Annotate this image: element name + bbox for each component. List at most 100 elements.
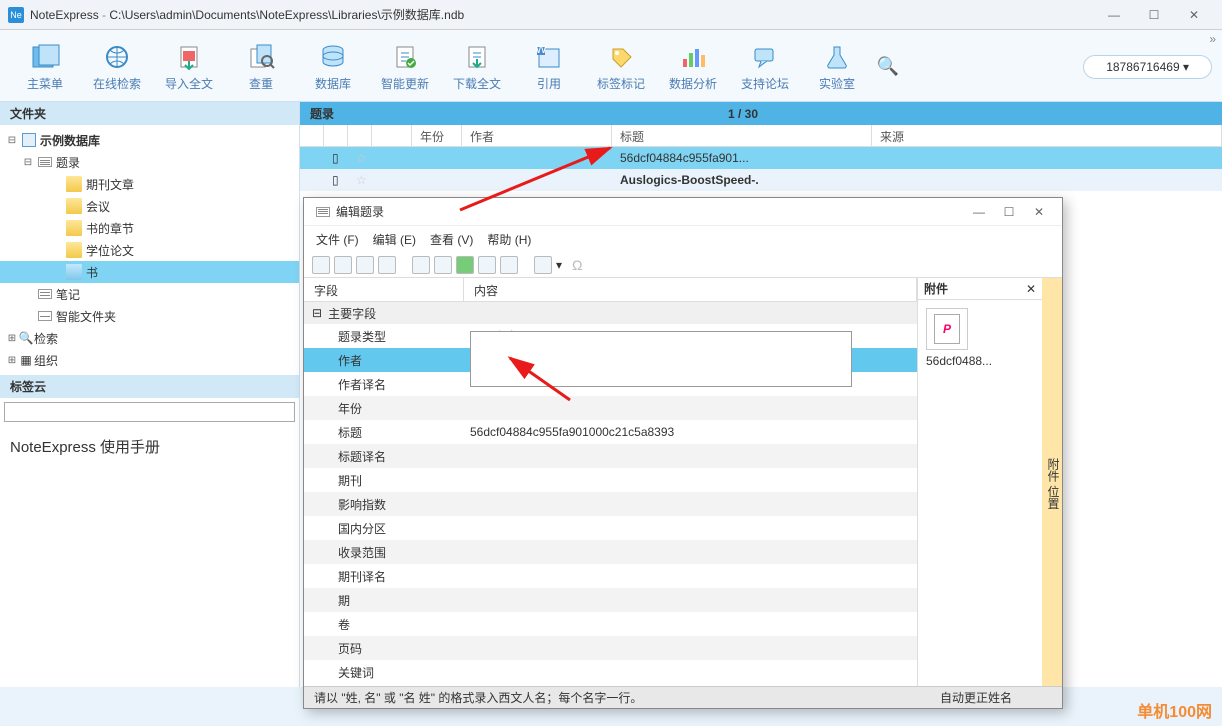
field-journal[interactable]: 期刊: [304, 468, 917, 492]
field-issue[interactable]: 期: [304, 588, 917, 612]
org-icon: ▦: [18, 353, 34, 367]
smart-update-button[interactable]: 智能更新: [370, 34, 440, 100]
tree-notes[interactable]: 笔记: [0, 283, 299, 305]
folder-icon: [66, 220, 82, 236]
analysis-button[interactable]: 数据分析: [658, 34, 728, 100]
field-volume[interactable]: 卷: [304, 612, 917, 636]
field-range[interactable]: 收录范围: [304, 540, 917, 564]
database-icon: [22, 133, 36, 147]
tree-book[interactable]: 书: [0, 261, 299, 283]
field-subject[interactable]: 标题56dcf04884c955fa901000c21c5a8393: [304, 420, 917, 444]
modal-maximize-button[interactable]: ☐: [994, 198, 1024, 226]
dedup-button[interactable]: 查重: [226, 34, 296, 100]
chevron-down-icon[interactable]: ▾: [556, 258, 562, 272]
database-button[interactable]: 数据库: [298, 34, 368, 100]
tree-titles[interactable]: ⊟题录: [0, 151, 299, 173]
tool-icon[interactable]: [434, 256, 452, 274]
download-fulltext-button[interactable]: 下载全文: [442, 34, 512, 100]
modal-minimize-button[interactable]: —: [964, 198, 994, 226]
folder-icon: [66, 176, 82, 192]
tool-icon[interactable]: [312, 256, 330, 274]
modal-close-button[interactable]: ✕: [1024, 198, 1054, 226]
tool-icon[interactable]: [356, 256, 374, 274]
menu-edit[interactable]: 编辑 (E): [373, 231, 416, 248]
status-autofix: 自动更正姓名: [940, 689, 1012, 706]
minimize-button[interactable]: —: [1094, 1, 1134, 29]
field-journal-tr[interactable]: 期刊译名: [304, 564, 917, 588]
attachment-file[interactable]: P: [926, 308, 968, 350]
close-button[interactable]: ✕: [1174, 1, 1214, 29]
side-tab-attach[interactable]: 附件 位置: [1042, 278, 1062, 686]
tool-icon[interactable]: [412, 256, 430, 274]
field-year[interactable]: 年份: [304, 396, 917, 420]
main-menu-button[interactable]: 主菜单: [10, 34, 80, 100]
tree-conference[interactable]: 会议: [0, 195, 299, 217]
main-toolbar: 主菜单 在线检索 导入全文 查重 数据库 智能更新 下载全文 W引用 标签标记 …: [0, 30, 1222, 102]
forum-button[interactable]: 支持论坛: [730, 34, 800, 100]
folder-icon: [66, 198, 82, 214]
import-fulltext-button[interactable]: 导入全文: [154, 34, 224, 100]
app-icon: Ne: [8, 7, 24, 23]
tag-search[interactable]: [0, 398, 299, 426]
field-keyword[interactable]: 关键词: [304, 660, 917, 684]
tag-input[interactable]: [4, 402, 295, 422]
grid-header[interactable]: 年份作者标题来源: [300, 125, 1222, 147]
tool-icon[interactable]: [478, 256, 496, 274]
page-icon: ▯: [324, 151, 348, 165]
tool-icon[interactable]: [378, 256, 396, 274]
modal-menubar[interactable]: 文件 (F) 编辑 (E) 查看 (V) 帮助 (H): [304, 226, 1062, 252]
tree-org[interactable]: ⊞▦组织: [0, 349, 299, 371]
smartfolder-icon: [38, 311, 52, 321]
cite-button[interactable]: W引用: [514, 34, 584, 100]
toolbar-overflow-icon[interactable]: »: [1209, 32, 1216, 46]
folder-open-icon: [66, 264, 82, 280]
folder-icon: [66, 242, 82, 258]
modal-title: 编辑题录: [336, 203, 384, 220]
menu-view[interactable]: 查看 (V): [430, 231, 473, 248]
account-menu[interactable]: 18786716469 ▾: [1083, 55, 1212, 79]
tagcloud-header: 标签云: [0, 375, 299, 398]
folders-header: 文件夹: [0, 102, 299, 125]
field-author[interactable]: 作者: [304, 348, 917, 372]
author-input[interactable]: [470, 331, 852, 387]
field-subject-tr[interactable]: 标题译名: [304, 444, 917, 468]
field-region[interactable]: 国内分区: [304, 516, 917, 540]
tool-icon[interactable]: [500, 256, 518, 274]
modal-titlebar: 编辑题录 — ☐ ✕: [304, 198, 1062, 226]
list-icon: [38, 157, 52, 167]
manual-link[interactable]: NoteExpress 使用手册: [0, 426, 299, 688]
field-impact[interactable]: 影响指数: [304, 492, 917, 516]
page-icon: ▯: [324, 173, 348, 187]
tool-icon[interactable]: [534, 256, 552, 274]
folder-tree[interactable]: ⊟示例数据库 ⊟题录 期刊文章 会议 书的章节 学位论文 书 笔记 智能文件夹 …: [0, 125, 299, 375]
modal-toolbar[interactable]: ▾ Ω: [304, 252, 1062, 278]
tree-search[interactable]: ⊞🔍检索: [0, 327, 299, 349]
menu-file[interactable]: 文件 (F): [316, 231, 359, 248]
maximize-button[interactable]: ☐: [1134, 1, 1174, 29]
field-page[interactable]: 页码: [304, 636, 917, 660]
menu-help[interactable]: 帮助 (H): [487, 231, 531, 248]
note-icon: [38, 289, 52, 299]
omega-icon[interactable]: Ω: [572, 257, 582, 273]
close-icon[interactable]: ✕: [1026, 282, 1036, 296]
tree-thesis[interactable]: 学位论文: [0, 239, 299, 261]
grid-row[interactable]: ▯☆ Auslogics-BoostSpeed-.: [300, 169, 1222, 191]
star-icon[interactable]: ☆: [348, 151, 372, 165]
field-list[interactable]: 字段内容 ⊟主要字段 题录类型期刊文章 作者 作者译名 年份 标题56dcf04…: [304, 278, 918, 686]
app-title: NoteExpress - C:\Users\admin\Documents\N…: [30, 6, 464, 23]
tree-chapter[interactable]: 书的章节: [0, 217, 299, 239]
tag-button[interactable]: 标签标记: [586, 34, 656, 100]
tree-root[interactable]: ⊟示例数据库: [0, 129, 299, 151]
online-search-button[interactable]: 在线检索: [82, 34, 152, 100]
tool-icon[interactable]: [334, 256, 352, 274]
tree-journal[interactable]: 期刊文章: [0, 173, 299, 195]
lab-button[interactable]: 实验室: [802, 34, 872, 100]
grid-row[interactable]: ▯☆ 56dcf04884c955fa901...: [300, 147, 1222, 169]
tool-icon[interactable]: [456, 256, 474, 274]
star-icon[interactable]: ☆: [348, 173, 372, 187]
attachment-panel: 附件✕ P 56dcf0488...: [918, 278, 1042, 686]
search-icon[interactable]: 🔍: [874, 53, 902, 81]
tree-smart[interactable]: 智能文件夹: [0, 305, 299, 327]
section-main[interactable]: ⊟主要字段: [304, 302, 917, 324]
record-icon: [316, 207, 330, 217]
